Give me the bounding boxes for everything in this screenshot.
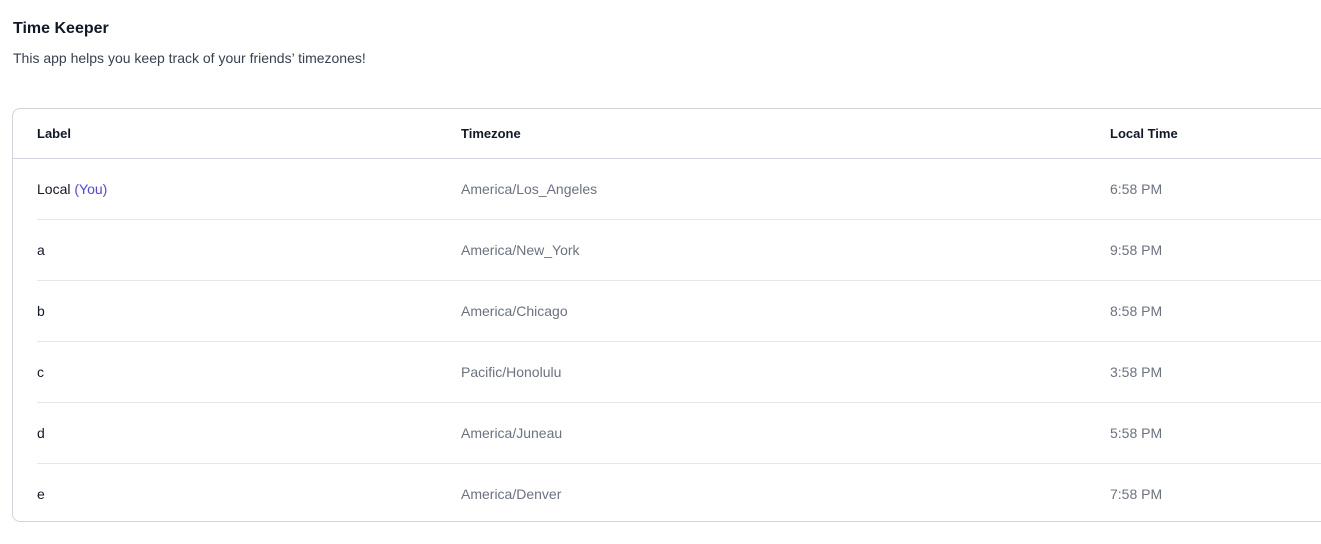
row-label: Local <box>37 181 71 197</box>
table-row: d America/Juneau 5:58 PM <box>13 403 1321 464</box>
row-local-time: 7:58 PM <box>1110 486 1163 502</box>
row-timezone: America/Juneau <box>461 425 563 441</box>
row-local-time: 6:58 PM <box>1110 181 1163 197</box>
row-local-time: 3:58 PM <box>1110 364 1163 380</box>
table-header: Label Timezone Local Time <box>13 109 1321 159</box>
row-timezone: America/Denver <box>461 486 562 502</box>
page-subtitle: This app helps you keep track of your fr… <box>13 50 366 66</box>
row-label: d <box>37 425 45 441</box>
row-label: e <box>37 486 45 502</box>
row-label: b <box>37 303 45 319</box>
table-row: e America/Denver 7:58 PM <box>13 464 1321 521</box>
table-row: a America/New_York 9:58 PM <box>13 220 1321 281</box>
column-header-timezone: Timezone <box>461 126 521 141</box>
row-timezone: America/Chicago <box>461 303 568 319</box>
row-timezone: America/Los_Angeles <box>461 181 598 197</box>
row-label: a <box>37 242 45 258</box>
table-row: c Pacific/Honolulu 3:58 PM <box>13 342 1321 403</box>
row-timezone: America/New_York <box>461 242 580 258</box>
table-row: b America/Chicago 8:58 PM <box>13 281 1321 342</box>
you-badge: (You) <box>74 181 108 197</box>
row-local-time: 9:58 PM <box>1110 242 1163 258</box>
row-timezone: Pacific/Honolulu <box>461 364 562 380</box>
page-title: Time Keeper <box>13 20 109 37</box>
row-label-cell: Local (You) <box>37 159 107 220</box>
row-local-time: 8:58 PM <box>1110 303 1163 319</box>
column-header-local-time: Local Time <box>1110 126 1178 141</box>
table-row: Local (You) America/Los_Angeles 6:58 PM <box>13 159 1321 220</box>
row-label: c <box>37 364 44 380</box>
table-body: Local (You) America/Los_Angeles 6:58 PM … <box>13 159 1321 521</box>
page-header: Time Keeper This app helps you keep trac… <box>13 18 366 68</box>
row-local-time: 5:58 PM <box>1110 425 1163 441</box>
timezone-table: Label Timezone Local Time Local (You) Am… <box>12 108 1321 522</box>
column-header-label: Label <box>37 126 71 141</box>
